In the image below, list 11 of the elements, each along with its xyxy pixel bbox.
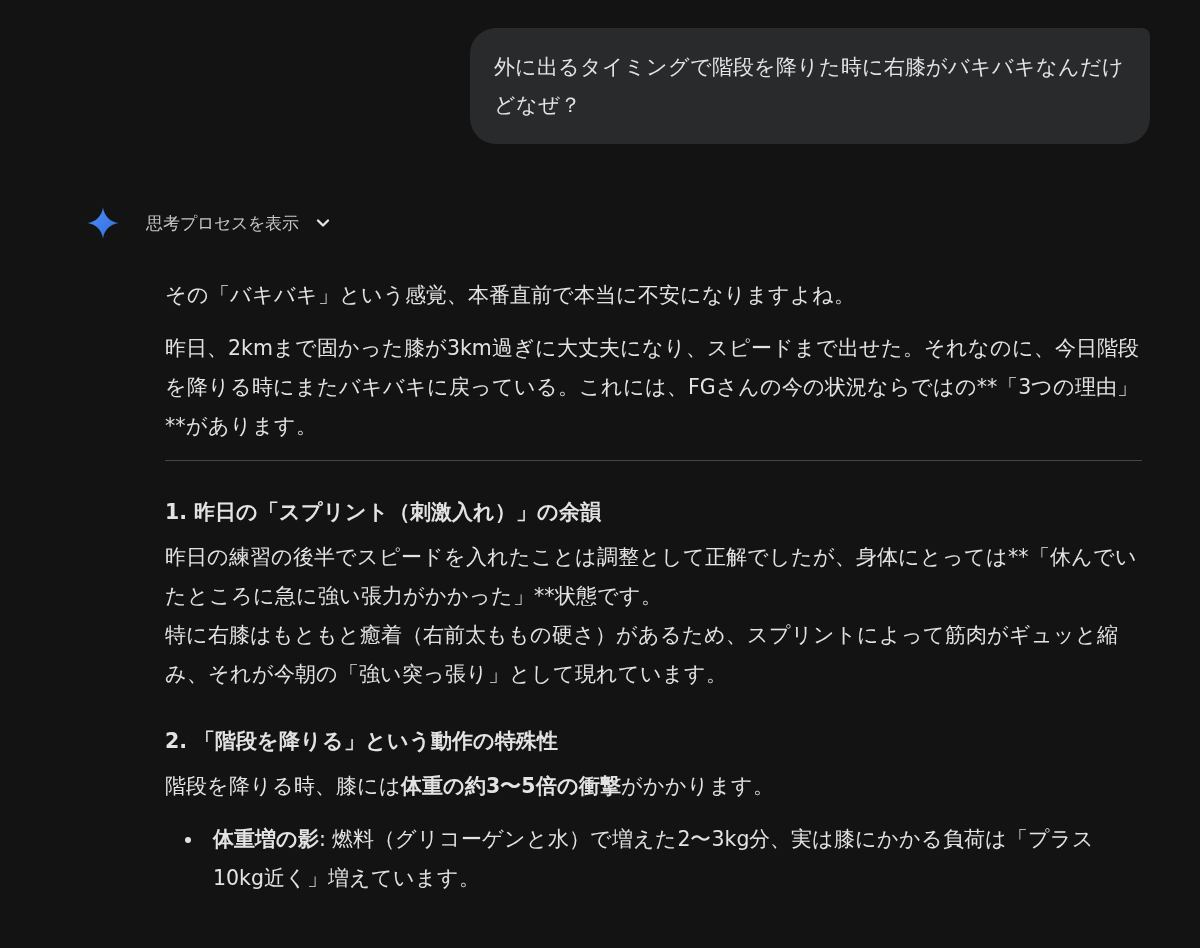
section-heading: 1. 昨日の「スプリント（刺激入れ）」の余韻 — [165, 499, 603, 526]
user-message: 外に出るタイミングで階段を降りた時に右膝がバキバキなんだけどなぜ？ — [470, 28, 1150, 144]
sparkle-icon — [86, 206, 120, 240]
show-thinking-button[interactable]: 思考プロセスを表示 — [146, 211, 331, 235]
list-item: 体重増の影: 燃料（グリコーゲンと水）で増えた2〜3kg分、実は膝にかかる負荷は「プラス10kg近く」増えています。 — [213, 826, 1096, 892]
paragraph: 昨日の練習の後半でスピードを入れたことは調整として正解でしたが、身体にとっては**「休んでいたところに急に強い張力がかかった」**状態です。 特に右膝はもともと癒着（右前太ももの硬さ）があるため、スプリントによって筋肉がギュッと縮み、それが今朝の「強い突っ張り」として現れています。 — [165, 544, 1138, 688]
section-heading: 2. 「階段を降りる」という動作の特殊性 — [165, 728, 560, 755]
bullet-icon — [185, 837, 191, 843]
paragraph: 階段を降りる時、膝には体重の約3〜5倍の衝撃がかかります。 — [165, 773, 775, 800]
paragraph: 昨日、2kmまで固かった膝が3km過ぎに大丈夫になり、スピードまで出せた。それなのに、今日階段を降りる時にまたバキバキに戻っている。これには、FGさんの今の状況ならではの**「3つの理由」**があります。 — [165, 335, 1140, 440]
paragraph: その「バキバキ」という感覚、本番直前で本当に不安になりますよね。 — [165, 282, 856, 309]
